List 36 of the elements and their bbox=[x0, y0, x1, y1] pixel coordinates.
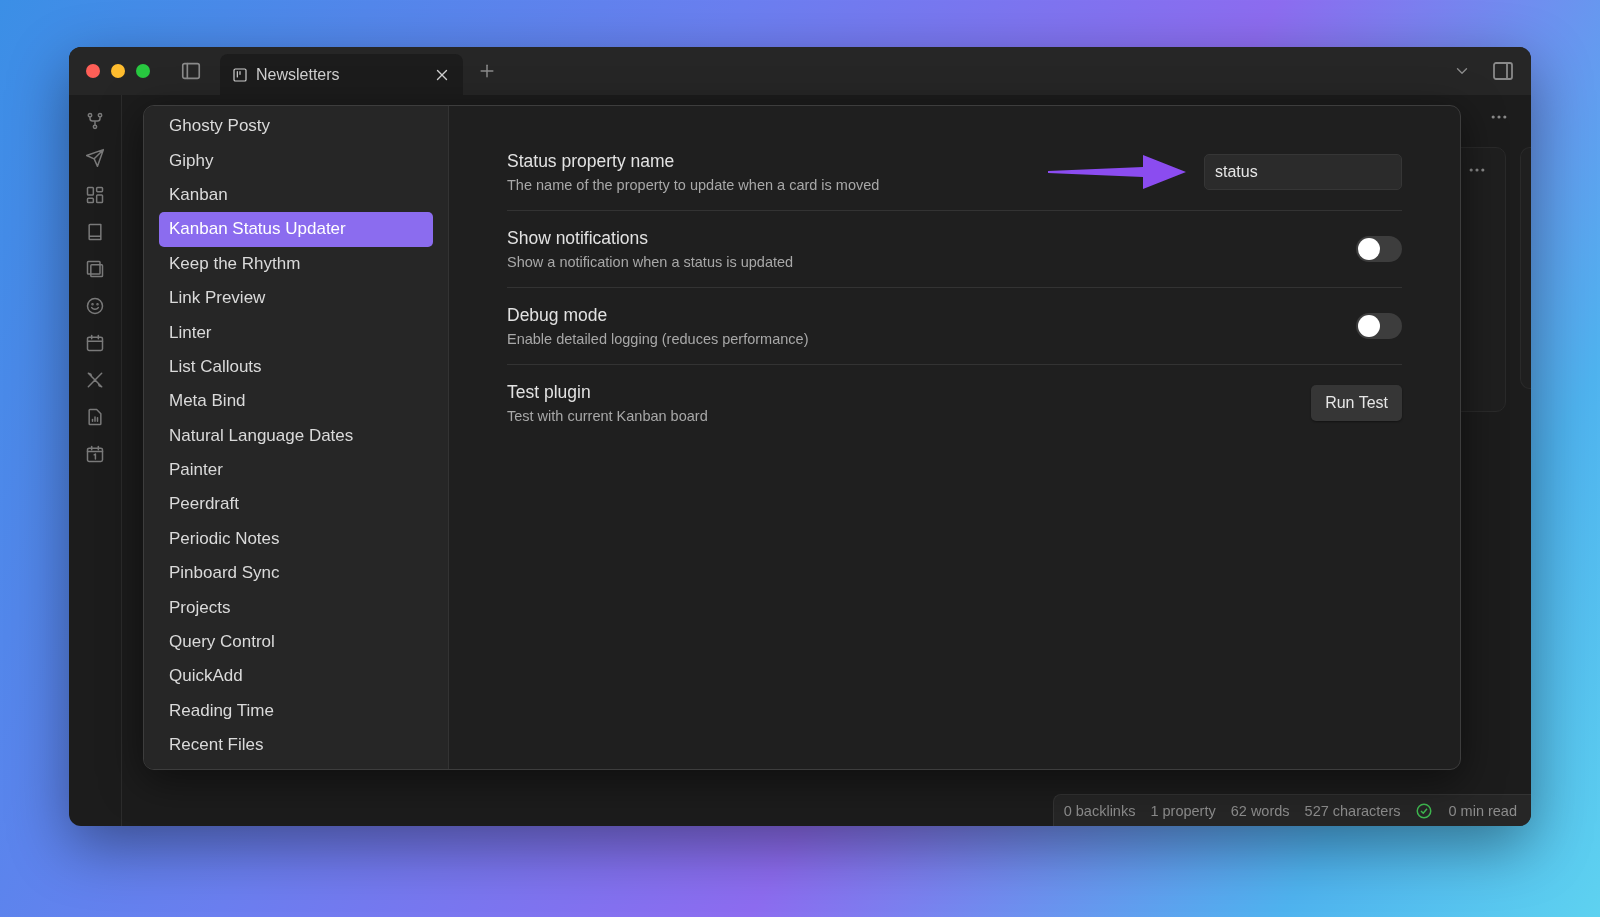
plugin-item[interactable]: Peerdraft bbox=[159, 487, 433, 522]
setting-description: Show a notification when a status is updated bbox=[507, 254, 795, 270]
plugin-item[interactable]: Pinboard Sync bbox=[159, 556, 433, 591]
run-test-button[interactable]: Run Test bbox=[1311, 385, 1402, 421]
plugin-item[interactable]: Linter bbox=[159, 315, 433, 350]
setting-description: Test with current Kanban board bbox=[507, 408, 709, 424]
plugin-item[interactable]: Meta Bind bbox=[159, 384, 433, 419]
plugin-item[interactable]: Kanban Status Updater bbox=[159, 212, 433, 247]
read-time: 0 min read bbox=[1448, 802, 1517, 819]
status-text: 0 backlinks bbox=[1063, 802, 1136, 819]
setting-description: Enable detailed logging (reduces performance) bbox=[507, 331, 810, 347]
status-text: 62 words bbox=[1230, 802, 1290, 819]
plugin-item[interactable]: Painter bbox=[159, 452, 433, 488]
setting-name: Status property name bbox=[507, 151, 676, 172]
setting-name: Show notifications bbox=[507, 228, 650, 249]
plugin-item[interactable]: Ghosty Posty bbox=[159, 109, 433, 144]
setting-description: The name of the property to update when a card is moved bbox=[507, 177, 881, 193]
plugin-item[interactable]: Keep the Rhythm bbox=[159, 246, 433, 281]
plugin-item[interactable]: QuickAdd bbox=[159, 659, 433, 694]
setting-name: Debug mode bbox=[507, 305, 609, 326]
plugin-item[interactable]: Periodic Notes bbox=[159, 521, 433, 557]
plugin-item[interactable]: Projects bbox=[159, 590, 433, 625]
plugin-item[interactable]: Kanban bbox=[159, 177, 433, 213]
plugin-item[interactable]: Natural Language Dates bbox=[159, 418, 433, 453]
document-tab[interactable]: Newsletters bbox=[220, 54, 463, 95]
plugin-item[interactable]: Query Control bbox=[159, 624, 433, 660]
status-text: 527 characters bbox=[1304, 802, 1401, 819]
input-field[interactable]: status bbox=[1204, 154, 1402, 190]
plugin-item[interactable]: Giphy bbox=[159, 143, 433, 178]
plugin-item[interactable]: Link Preview bbox=[159, 280, 433, 316]
setting-name: Test plugin bbox=[507, 382, 592, 403]
tab-title: Newsletters bbox=[256, 65, 341, 84]
plugin-item[interactable]: List Callouts bbox=[159, 349, 433, 385]
plugin-item[interactable]: Reading Time bbox=[159, 693, 433, 729]
plugin-item[interactable]: Recent Files bbox=[159, 728, 433, 763]
status-text: 1 property bbox=[1150, 802, 1216, 819]
